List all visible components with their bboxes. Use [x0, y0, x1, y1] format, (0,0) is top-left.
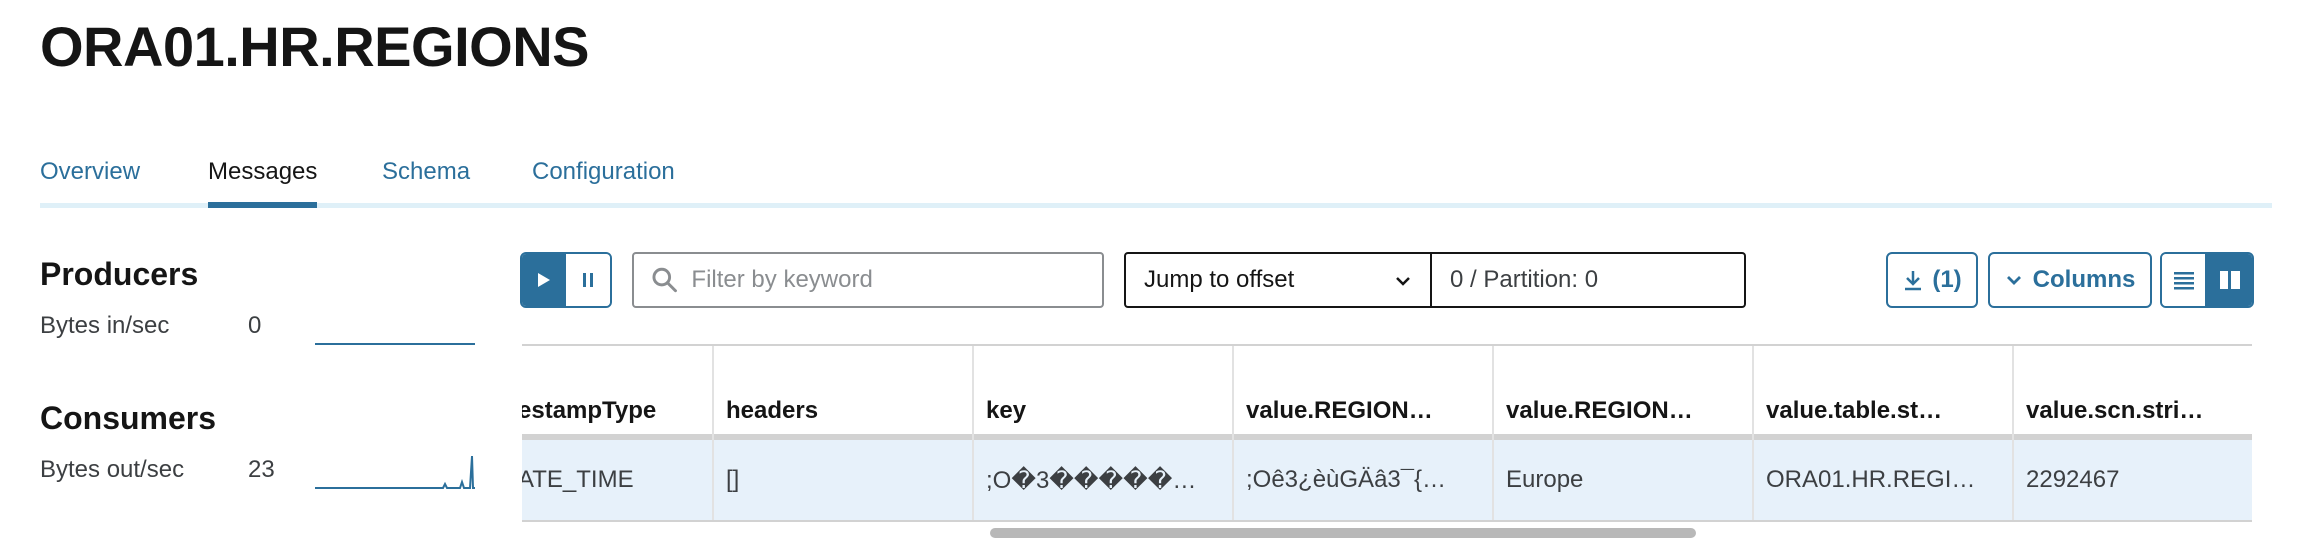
tab-schema[interactable]: Schema: [382, 150, 470, 208]
list-icon: [2173, 272, 2194, 290]
column-divider: [1492, 346, 1494, 520]
list-view-button[interactable]: [2162, 254, 2207, 306]
columns-button[interactable]: Columns: [1988, 252, 2152, 308]
play-icon: [538, 273, 550, 287]
tab-messages[interactable]: Messages: [208, 150, 318, 208]
page-title: ORA01.HR.REGIONS: [40, 15, 590, 78]
producers-heading: Producers: [40, 256, 199, 292]
split-view-button[interactable]: [2207, 254, 2252, 306]
table-cell: ORA01.HR.REGI…: [1766, 466, 1976, 493]
column-header[interactable]: key: [968, 346, 1226, 434]
offset-mode-label: Jump to offset: [1144, 266, 1295, 293]
column-divider: [1752, 346, 1754, 520]
bytes-in-sparkline: [315, 343, 475, 345]
column-header[interactable]: value.table.st…: [1748, 346, 2006, 434]
download-count: (1): [1932, 266, 1962, 293]
tab-configuration[interactable]: Configuration: [532, 150, 675, 208]
split-view-icon: [2219, 271, 2240, 289]
pause-icon: [583, 273, 593, 287]
offset-control: Jump to offset 0 / Partition: 0: [1124, 252, 1746, 308]
messages-table: estampType headers key value.REGION… val…: [522, 344, 2252, 540]
bytes-out-label: Bytes out/sec: [40, 456, 185, 483]
column-header[interactable]: value.REGION…: [1228, 346, 1486, 434]
playback-controls: [520, 252, 612, 308]
consumers-heading: Consumers: [40, 400, 217, 436]
column-header[interactable]: value.scn.stri…: [2008, 346, 2252, 434]
columns-label: Columns: [2032, 266, 2136, 293]
chevron-down-icon: [1396, 277, 1410, 286]
column-divider: [972, 346, 974, 520]
bytes-in-label: Bytes in/sec: [40, 312, 170, 339]
table-cell: ;Oê3¿èùGÄâ3¯{…: [1246, 466, 1447, 493]
producers-panel: Producers Bytes in/sec 0: [40, 256, 480, 345]
column-divider: [2012, 346, 2014, 520]
column-divider: [712, 346, 714, 520]
bytes-out-sparkline: [315, 455, 475, 489]
tab-bar-line: [40, 203, 2272, 208]
bytes-out-value: 23: [248, 456, 275, 483]
chevron-down-icon: [2006, 276, 2021, 285]
offset-input[interactable]: 0 / Partition: 0: [1432, 254, 1744, 306]
bytes-in-value: 0: [248, 312, 262, 339]
horizontal-scrollbar[interactable]: [990, 528, 1696, 538]
search-icon: [652, 267, 677, 293]
table-cell: Europe: [1506, 466, 1584, 493]
tab-bar: Overview Messages Schema Configuration: [40, 150, 2272, 208]
tab-overview[interactable]: Overview: [40, 150, 140, 208]
row-bottom-border: [522, 520, 2252, 522]
table-cell: 2292467: [2026, 466, 2120, 493]
table-header-row: estampType headers key value.REGION… val…: [522, 346, 2252, 434]
offset-mode-select[interactable]: Jump to offset: [1126, 254, 1432, 306]
pause-button[interactable]: [566, 254, 610, 306]
table-cell: []: [726, 466, 740, 493]
table-cell: ATE_TIME: [522, 466, 634, 493]
download-icon: [1905, 271, 1922, 291]
column-header[interactable]: headers: [708, 346, 966, 434]
view-toggle: [2160, 252, 2254, 308]
column-header[interactable]: value.REGION…: [1488, 346, 1746, 434]
column-header[interactable]: estampType: [522, 346, 688, 434]
play-button[interactable]: [522, 254, 566, 306]
download-button[interactable]: (1): [1886, 252, 1978, 308]
table-cell: ;O�3�����…: [986, 466, 1197, 494]
table-row[interactable]: ATE_TIME [] ;O�3�����… ;Oê3¿èùGÄâ3¯{… Eu…: [522, 440, 2252, 520]
filter-field[interactable]: [632, 252, 1104, 308]
filter-input[interactable]: [691, 266, 1102, 294]
column-divider: [1232, 346, 1234, 520]
consumers-panel: Consumers Bytes out/sec 23: [40, 400, 480, 489]
